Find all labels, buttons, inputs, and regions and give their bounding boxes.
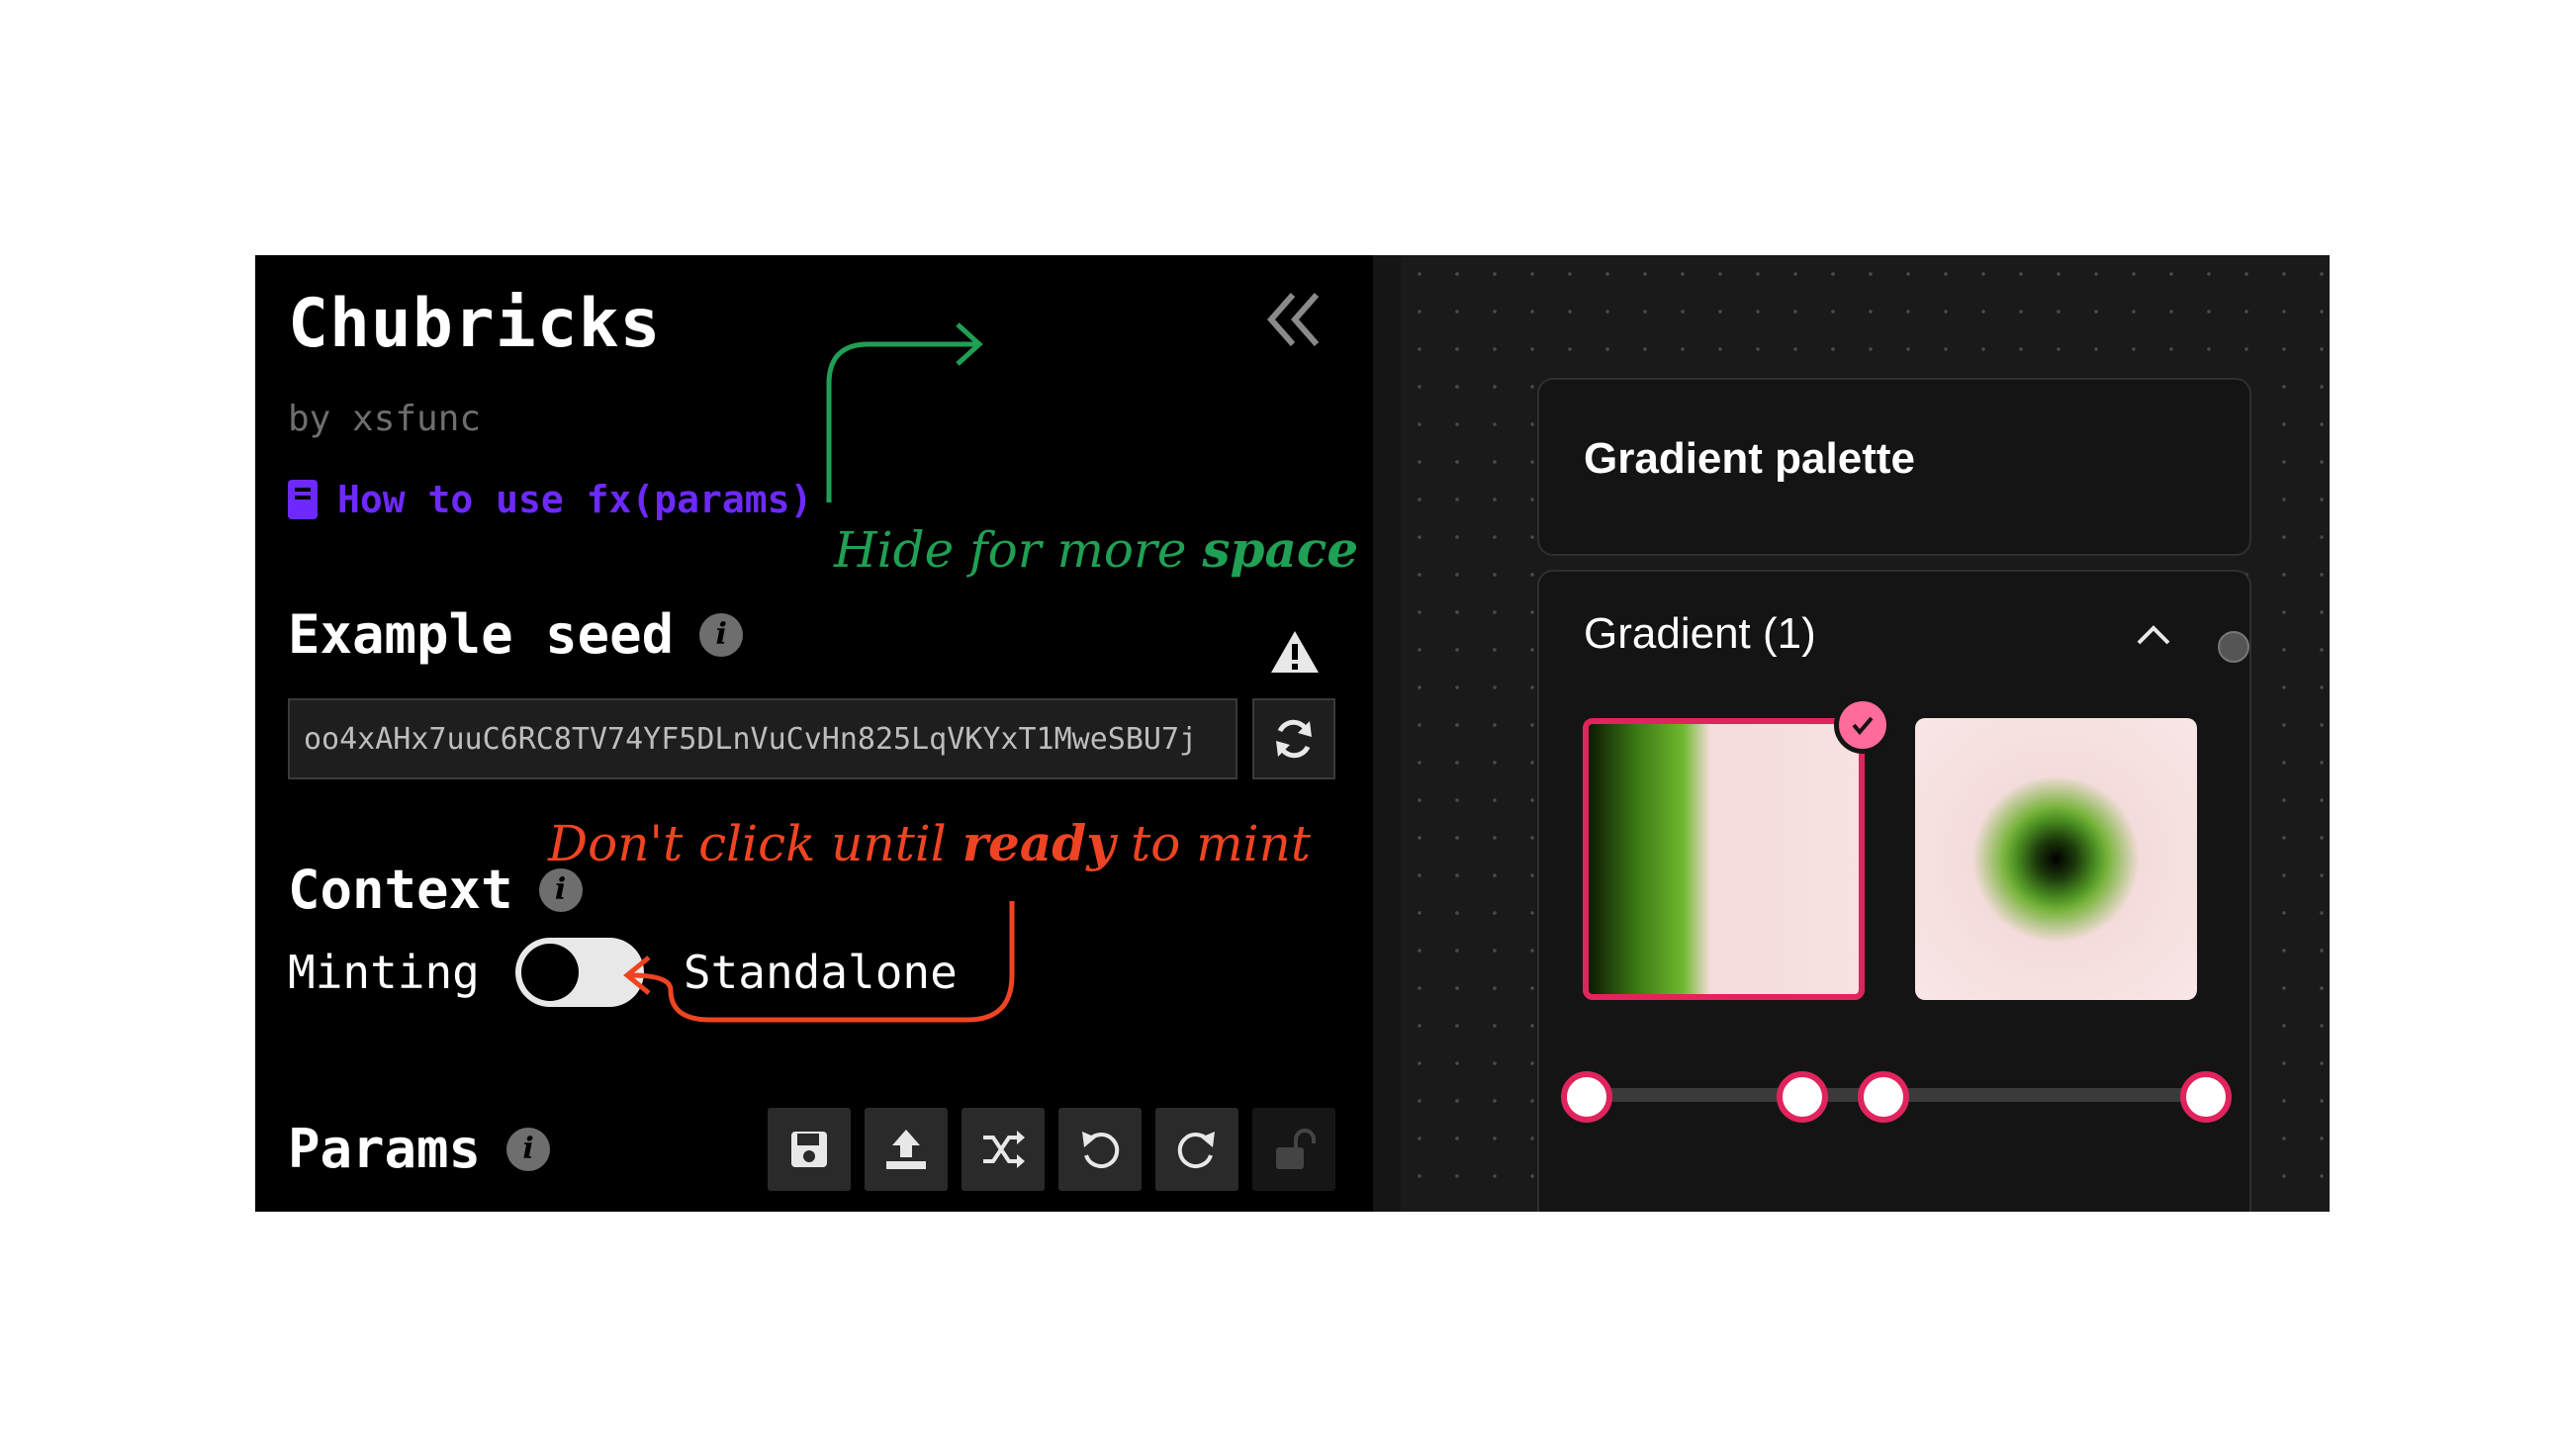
params-section-title: Params i bbox=[288, 1118, 551, 1180]
gradient-stop-handle[interactable] bbox=[1777, 1071, 1828, 1123]
howto-link[interactable]: How to use fx(params) bbox=[288, 478, 812, 521]
regenerate-seed-button[interactable] bbox=[1252, 698, 1335, 779]
params-sidebar: Chubricks by xsfunc How to use fx(params… bbox=[255, 255, 1373, 1212]
palette-card: Gradient palette bbox=[1537, 378, 2251, 556]
selected-check-icon bbox=[1834, 696, 1891, 754]
params-toolbar bbox=[768, 1108, 1335, 1191]
info-icon[interactable]: i bbox=[699, 612, 744, 657]
toggle-knob bbox=[520, 944, 579, 1001]
randomize-params-button[interactable] bbox=[962, 1108, 1045, 1191]
save-icon bbox=[791, 1132, 827, 1167]
save-params-button[interactable] bbox=[768, 1108, 851, 1191]
shuffle-icon bbox=[983, 1131, 1025, 1168]
params-editor-canvas: Gradient palette Gradient (1) bbox=[1401, 255, 2330, 1212]
project-author: by xsfunc bbox=[288, 399, 482, 439]
context-minting-label: Minting bbox=[288, 946, 480, 999]
info-icon[interactable]: i bbox=[506, 1127, 551, 1171]
lock-icon bbox=[1276, 1129, 1316, 1169]
annotation-arrow-green bbox=[826, 322, 983, 502]
gradient-stop-handle[interactable] bbox=[1858, 1071, 1909, 1123]
gradient-card: Gradient (1) bbox=[1537, 570, 2251, 1212]
seed-section-title: Example seed i bbox=[288, 603, 744, 666]
collapse-sidebar-icon[interactable] bbox=[1259, 285, 1328, 354]
lock-params-button[interactable] bbox=[1252, 1108, 1335, 1191]
app-window: Chubricks by xsfunc How to use fx(params… bbox=[255, 255, 2330, 1212]
upload-icon bbox=[886, 1130, 926, 1169]
project-title: Chubricks bbox=[288, 285, 662, 363]
book-icon bbox=[288, 480, 318, 519]
info-icon[interactable]: i bbox=[538, 867, 583, 912]
annotation-hide: Hide for more space bbox=[834, 520, 1359, 579]
undo-icon bbox=[1082, 1132, 1120, 1169]
context-section-title: Context i bbox=[288, 859, 583, 921]
redo-icon bbox=[1177, 1132, 1215, 1169]
annotation-mint: Don't click until ready to mint bbox=[548, 814, 1311, 872]
gradient-stop-handle[interactable] bbox=[2180, 1071, 2232, 1123]
warning-icon bbox=[1271, 631, 1319, 673]
upload-params-button[interactable] bbox=[865, 1108, 948, 1191]
palette-title: Gradient palette bbox=[1584, 434, 1915, 483]
chevron-up-icon[interactable] bbox=[2133, 619, 2174, 649]
radial-gradient-option[interactable] bbox=[1915, 718, 2197, 1000]
seed-input[interactable] bbox=[288, 698, 1237, 779]
gradient-title: Gradient (1) bbox=[1584, 609, 1816, 658]
annotation-arrow-red bbox=[623, 901, 1015, 1023]
panel-divider[interactable] bbox=[1373, 255, 1401, 1212]
refresh-icon bbox=[1276, 719, 1312, 759]
connector-handle[interactable] bbox=[2218, 631, 2249, 663]
linear-gradient-option[interactable] bbox=[1583, 718, 1865, 1000]
undo-button[interactable] bbox=[1058, 1108, 1142, 1191]
gradient-stop-handle[interactable] bbox=[1561, 1071, 1612, 1123]
howto-link-label: How to use fx(params) bbox=[337, 478, 813, 521]
redo-button[interactable] bbox=[1155, 1108, 1238, 1191]
